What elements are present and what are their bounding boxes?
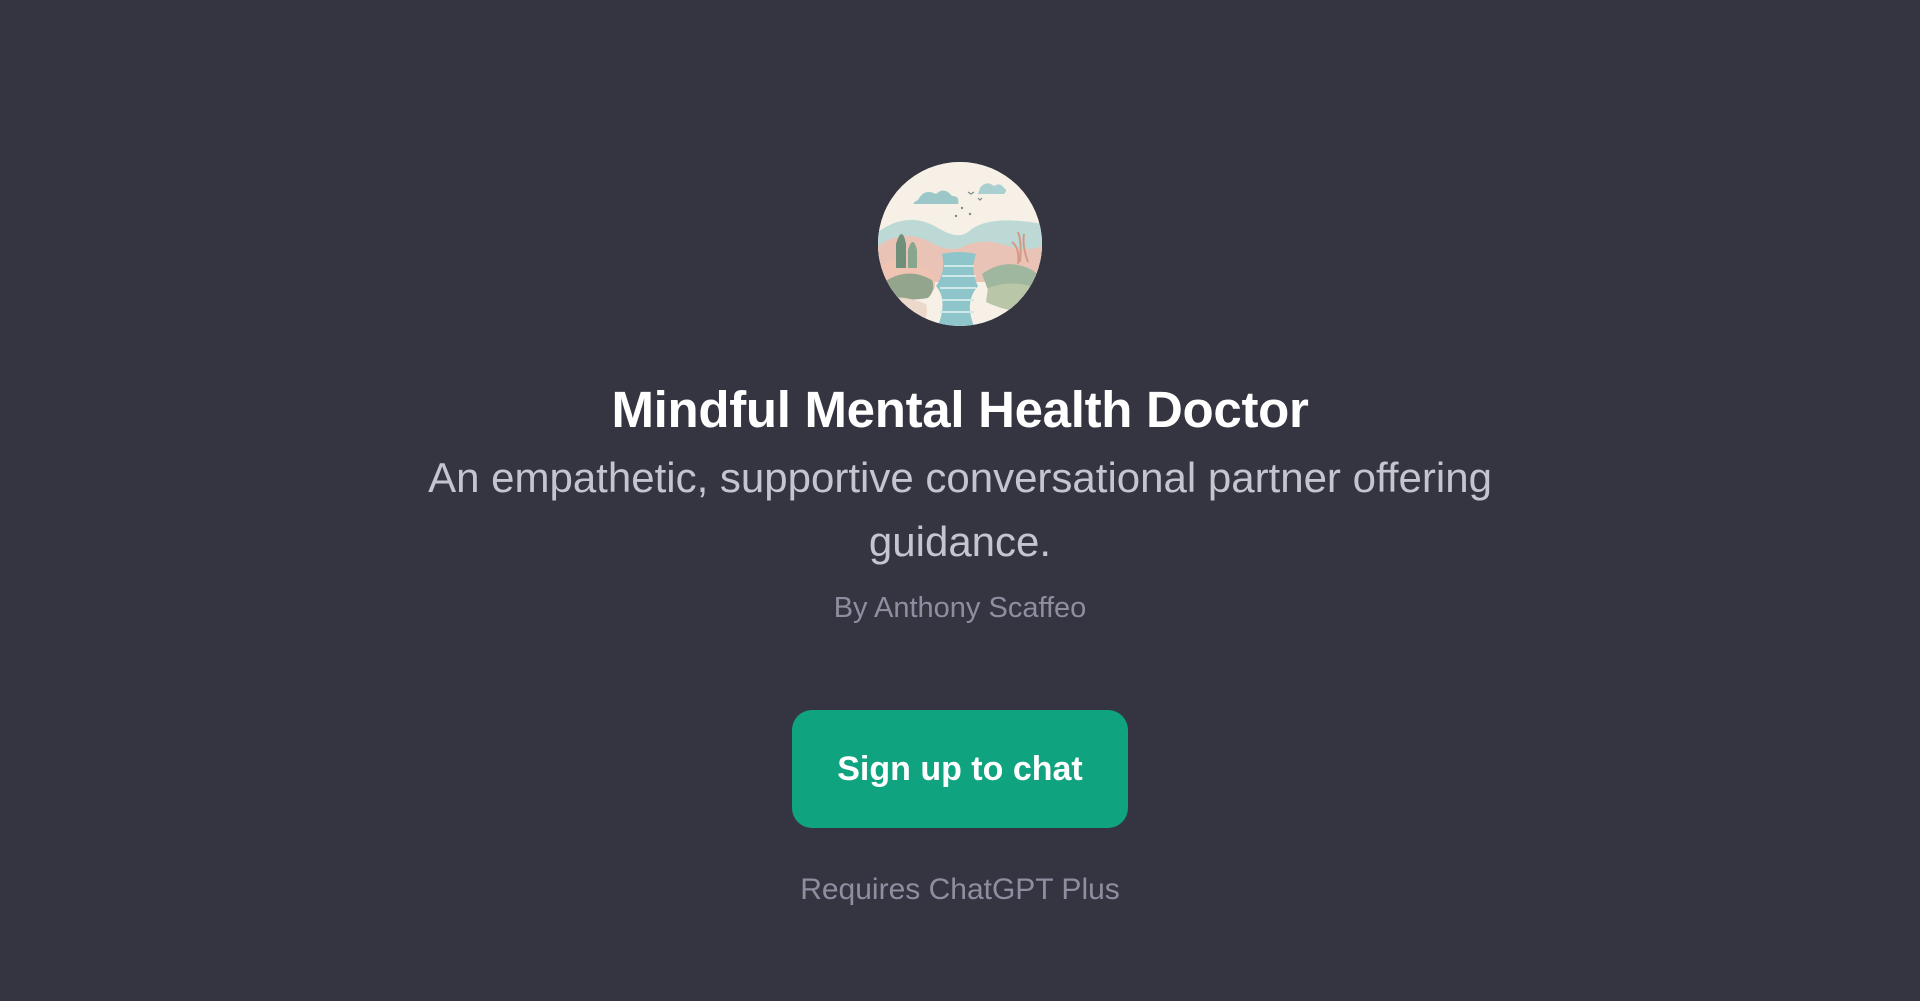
- gpt-avatar: [878, 162, 1042, 326]
- plan-requirement-note: Requires ChatGPT Plus: [800, 873, 1120, 906]
- gpt-landing-page: Mindful Mental Health Doctor An empathet…: [0, 0, 1920, 1001]
- gpt-author: By Anthony Scaffeo: [833, 592, 1087, 624]
- gpt-description: An empathetic, supportive conversational…: [428, 454, 1492, 565]
- landscape-illustration-icon: [878, 162, 1042, 326]
- sign-up-to-chat-button[interactable]: Sign up to chat: [792, 710, 1128, 828]
- gpt-title: Mindful Mental Health Doctor: [611, 381, 1309, 438]
